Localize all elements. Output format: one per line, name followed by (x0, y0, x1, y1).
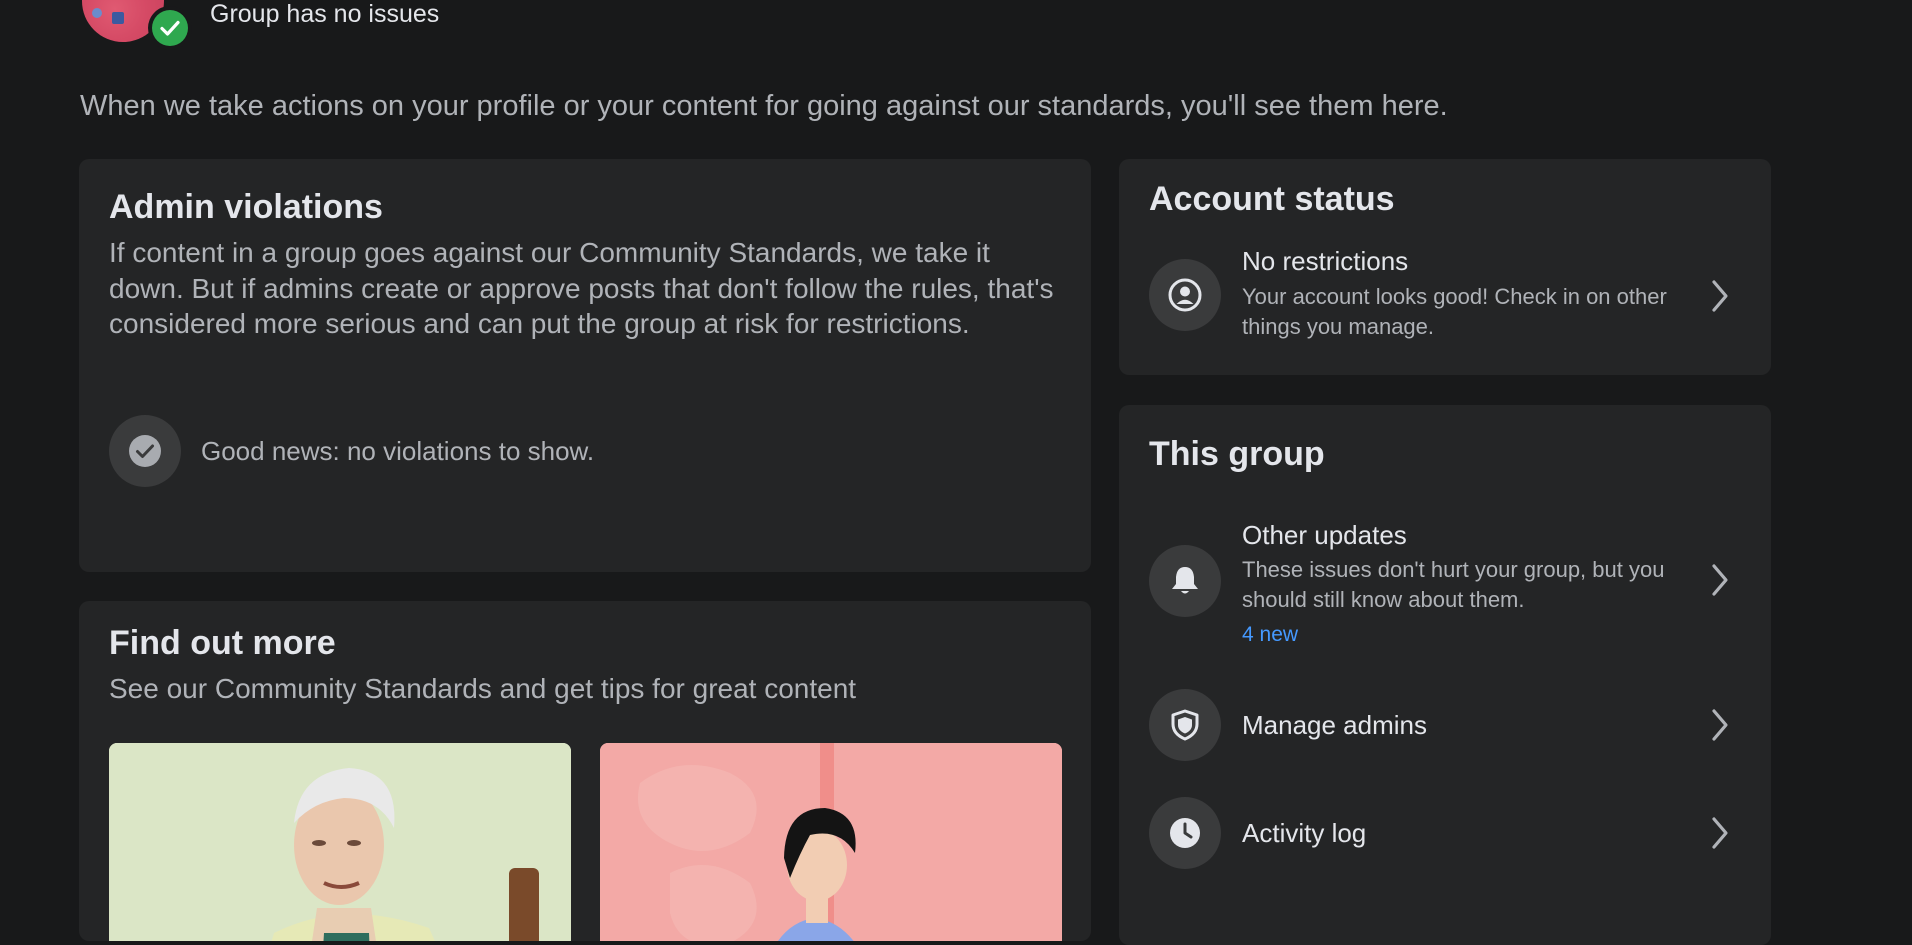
older-man-illustration (109, 743, 571, 941)
manage-admins-icon (1149, 689, 1221, 761)
intro-text: When we take actions on your profile or … (80, 90, 1448, 122)
check-circle-icon (129, 435, 161, 467)
account-status-icon (1149, 259, 1221, 331)
check-badge (148, 6, 192, 50)
no-violations-icon (109, 415, 181, 487)
chevron-right-icon (1712, 564, 1728, 596)
other-updates-title: Other updates (1242, 520, 1407, 550)
no-violations-text: Good news: no violations to show. (201, 436, 595, 466)
activity-log-title: Activity log (1242, 818, 1367, 848)
profile-icon (1168, 278, 1202, 312)
activity-log-row[interactable]: Activity log (1119, 783, 1771, 883)
group-status-text: Group has no issues (210, 0, 440, 28)
find-out-more-title: Find out more (109, 624, 336, 662)
admin-violations-description: If content in a group goes against our C… (109, 237, 1054, 339)
this-group-card: This group Other updates These issues do… (1119, 405, 1771, 945)
no-restrictions-title: No restrictions (1242, 246, 1409, 276)
account-status-card: Account status No restrictions Your acco… (1119, 159, 1771, 375)
woman-illustration (600, 743, 1062, 941)
find-out-more-subtitle: See our Community Standards and get tips… (109, 673, 857, 704)
other-updates-subtitle: These issues don't hurt your group, but … (1242, 557, 1665, 612)
new-count-badge: 4 new (1242, 623, 1299, 646)
activity-log-icon (1149, 797, 1221, 869)
chevron-right-icon (1712, 709, 1728, 741)
this-group-title: This group (1149, 435, 1325, 473)
content-tips-card-image[interactable] (600, 743, 1062, 941)
admin-violations-card: Admin violations If content in a group g… (79, 159, 1091, 572)
clock-icon (1170, 818, 1200, 848)
account-status-title: Account status (1149, 180, 1395, 218)
checkmark-icon (160, 20, 180, 36)
community-standards-card-image[interactable] (109, 743, 571, 941)
chevron-right-icon (1712, 817, 1728, 849)
manage-admins-row[interactable]: Manage admins (1119, 675, 1771, 775)
other-updates-row[interactable]: Other updates These issues don't hurt yo… (1119, 515, 1771, 655)
no-restrictions-row[interactable]: No restrictions Your account looks good!… (1119, 239, 1771, 359)
chevron-right-icon (1712, 280, 1728, 312)
no-restrictions-subtitle: Your account looks good! Check in on oth… (1242, 284, 1667, 339)
bell-icon (1172, 567, 1198, 594)
find-out-more-card: Find out more See our Community Standard… (79, 601, 1091, 941)
manage-admins-title: Manage admins (1242, 710, 1427, 740)
admin-violations-title: Admin violations (109, 188, 383, 226)
shield-icon (1171, 709, 1199, 741)
other-updates-icon (1149, 545, 1221, 617)
